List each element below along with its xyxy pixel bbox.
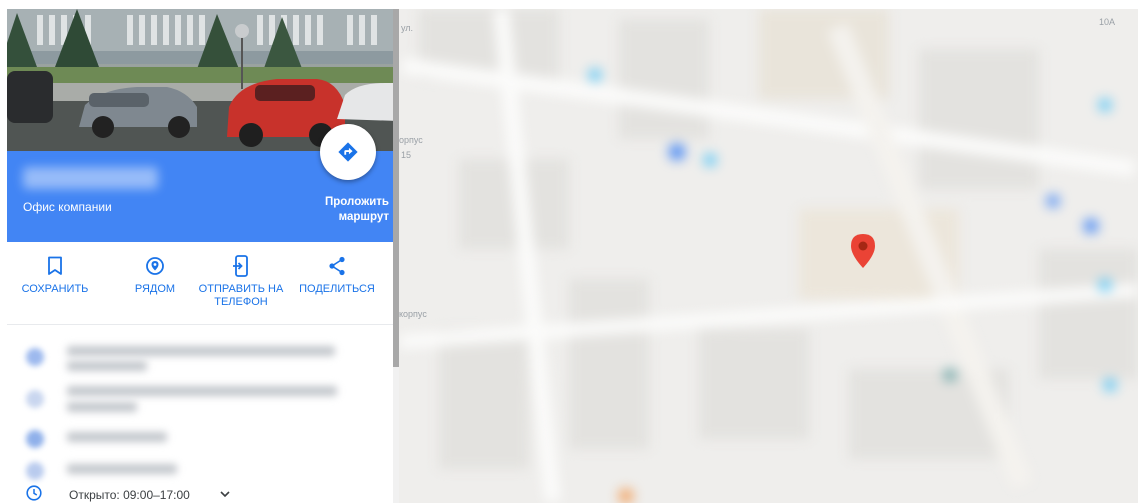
place-category: Офис компании <box>23 200 112 214</box>
save-button[interactable]: СОХРАНИТЬ <box>10 255 100 296</box>
directions-icon <box>338 142 358 162</box>
place-panel: Офис компании Проложить маршрут СОХРАНИТ… <box>7 9 399 503</box>
map-label-building: 10А <box>1099 17 1116 27</box>
nearby-label: РЯДОМ <box>134 283 176 295</box>
map-tiles <box>399 9 1138 503</box>
chevron-down-icon[interactable] <box>219 488 231 500</box>
nearby-button[interactable]: РЯДОМ <box>110 255 200 296</box>
bookmark-icon <box>48 256 62 275</box>
clock-icon <box>26 485 42 501</box>
send-to-phone-icon <box>233 255 248 277</box>
map-label-street: ул. <box>401 23 414 33</box>
nearby-icon <box>146 257 164 275</box>
hours-text: Открыто: 09:00–17:00 <box>69 488 190 502</box>
opening-hours[interactable]: Открыто: 09:00–17:00 <box>7 485 399 503</box>
route-label[interactable]: Проложить маршрут <box>299 195 389 225</box>
map-label-korpus-2: корпус <box>399 309 427 319</box>
directions-button[interactable] <box>320 124 376 180</box>
map-label-korpus: орпус <box>399 135 423 145</box>
place-name-redacted <box>23 167 158 189</box>
share-button[interactable]: ПОДЕЛИТЬСЯ <box>292 255 382 296</box>
send-to-phone-label: ОТПРАВИТЬ НА ТЕЛЕФОН <box>198 283 284 308</box>
map-label-number: 15 <box>401 150 412 160</box>
save-label: СОХРАНИТЬ <box>21 283 89 295</box>
share-icon <box>329 256 345 276</box>
map-canvas[interactable]: ул. орпус 15 корпус 10А <box>399 9 1138 503</box>
action-bar: СОХРАНИТЬ РЯДОМ ОТПРАВИТЬ НА ТЕЛЕФОН ПОД… <box>7 242 399 325</box>
send-to-phone-button[interactable]: ОТПРАВИТЬ НА ТЕЛЕФОН <box>196 255 286 309</box>
share-label: ПОДЕЛИТЬСЯ <box>299 283 375 295</box>
location-pin-icon[interactable] <box>850 233 876 269</box>
